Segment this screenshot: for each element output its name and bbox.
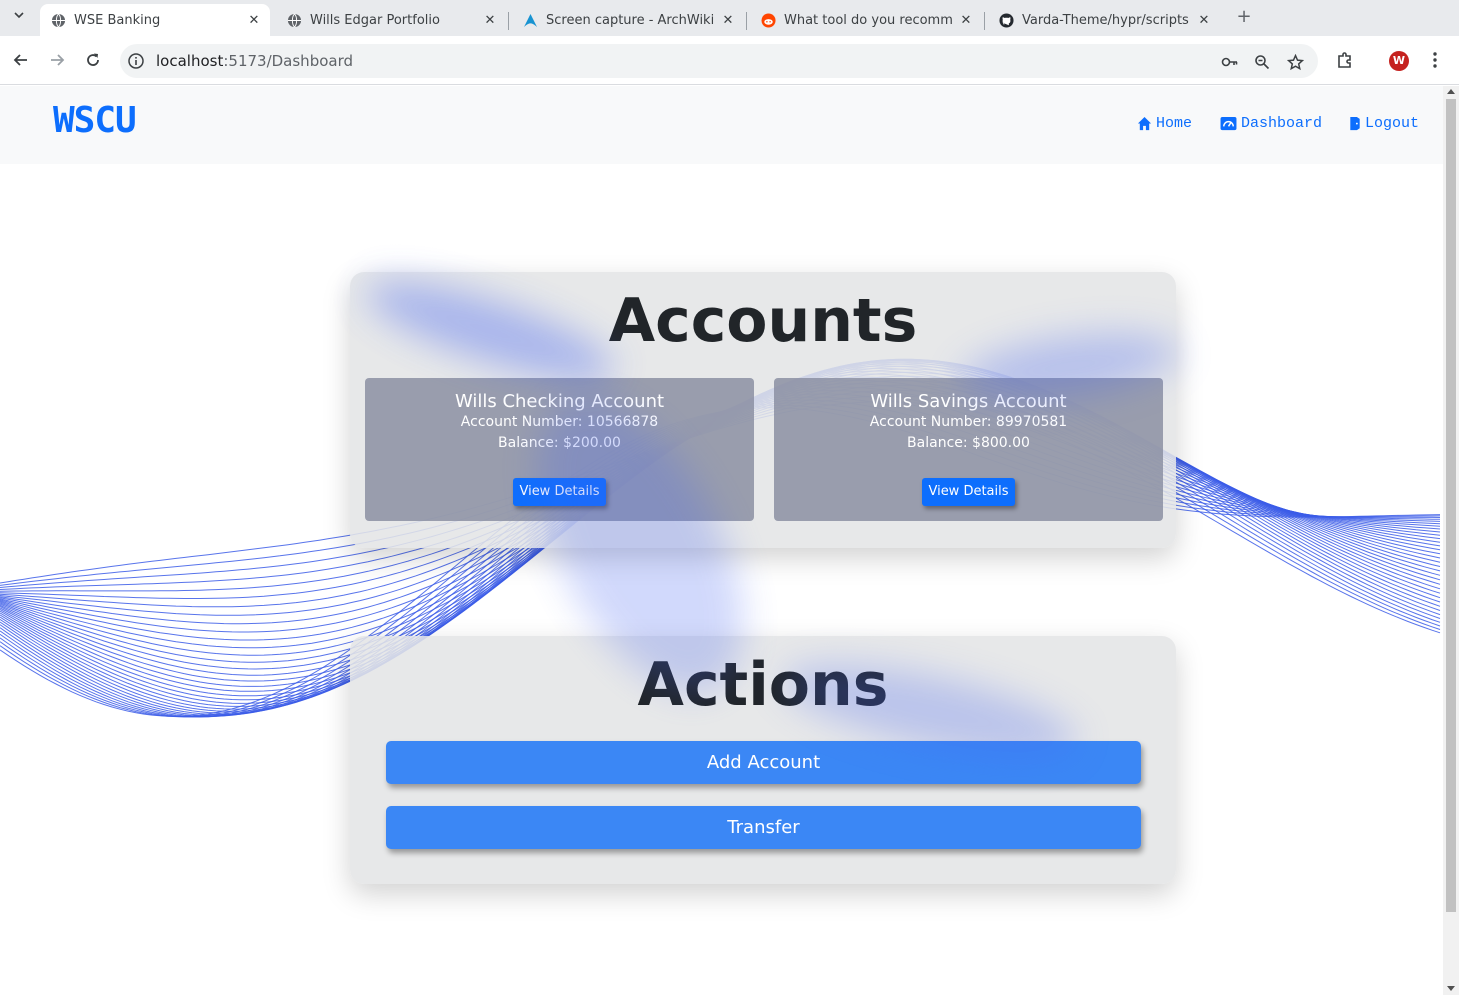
- site-info-icon[interactable]: [128, 53, 144, 69]
- url-host: localhost: [156, 52, 224, 70]
- zoom-icon[interactable]: [1253, 53, 1271, 71]
- tab-strip: WSE Banking ✕ Wills Edgar Portfolio ✕ Sc…: [0, 0, 1459, 36]
- tab-reddit[interactable]: What tool do you recomm ✕: [750, 4, 982, 36]
- dashboard-icon: [1220, 116, 1237, 131]
- nav-dashboard-label: Dashboard: [1241, 115, 1323, 132]
- close-icon[interactable]: ✕: [956, 13, 976, 28]
- tab-github[interactable]: Varda-Theme/hypr/scripts ✕: [988, 4, 1220, 36]
- account-name: Wills Checking Account: [454, 391, 665, 412]
- account-balance: Balance: $800.00: [907, 435, 1030, 451]
- globe-icon: [286, 12, 302, 28]
- transfer-button[interactable]: Transfer: [386, 806, 1141, 849]
- reload-icon[interactable]: [81, 48, 105, 72]
- scroll-thumb[interactable]: [1446, 99, 1456, 912]
- globe-icon: [50, 12, 66, 28]
- extensions-puzzle-icon[interactable]: [1335, 50, 1355, 70]
- url-text: localhost:5173/Dashboard: [156, 52, 353, 70]
- key-icon[interactable]: [1221, 53, 1239, 71]
- close-icon[interactable]: ✕: [718, 13, 738, 28]
- view-details-button[interactable]: View Details: [922, 478, 1015, 506]
- page-scrollbar[interactable]: [1443, 86, 1459, 995]
- tab-separator: [508, 12, 509, 30]
- tab-title: WSE Banking: [74, 12, 161, 28]
- site-navbar: WSCU Home Dashboard Logout: [0, 86, 1443, 164]
- logout-door-icon: [1350, 116, 1360, 131]
- tab-title: What tool do you recomm: [784, 12, 953, 28]
- tab-title: Screen capture - ArchWiki: [546, 12, 715, 28]
- home-icon: [1137, 116, 1152, 131]
- accounts-panel: Accounts Wills Checking Account Account …: [350, 272, 1176, 548]
- add-account-button[interactable]: Add Account: [386, 741, 1141, 784]
- tab-title: Varda-Theme/hypr/scripts: [1022, 12, 1189, 28]
- tab-wse-banking[interactable]: WSE Banking ✕: [40, 4, 270, 36]
- account-card-savings: Wills Savings Account Account Number: 89…: [774, 378, 1163, 521]
- tab-search-chevron-icon[interactable]: [8, 7, 30, 29]
- nav-dashboard[interactable]: Dashboard: [1220, 115, 1322, 132]
- actions-panel: Actions Add Account Transfer: [350, 636, 1176, 884]
- scroll-up-arrow-icon[interactable]: [1447, 89, 1455, 94]
- brand-logo[interactable]: WSCU: [53, 100, 137, 141]
- accounts-title: Accounts: [608, 286, 918, 356]
- account-card-checking: Wills Checking Account Account Number: 1…: [365, 378, 754, 521]
- tab-archwiki[interactable]: Screen capture - ArchWiki ✕: [512, 4, 744, 36]
- back-arrow-icon[interactable]: [9, 48, 33, 72]
- github-icon: [998, 12, 1014, 28]
- new-tab-plus-icon[interactable]: +: [1233, 6, 1255, 28]
- account-number: Account Number: 89970581: [869, 414, 1068, 430]
- account-number: Account Number: 10566878: [460, 414, 659, 430]
- nav-logout-label: Logout: [1365, 115, 1420, 132]
- close-icon[interactable]: ✕: [1194, 13, 1214, 28]
- bookmark-star-icon[interactable]: [1286, 53, 1304, 71]
- scroll-down-arrow-icon[interactable]: [1447, 986, 1455, 991]
- page-viewport: WSCU Home Dashboard Logout Accounts Will…: [0, 86, 1443, 995]
- account-balance: Balance: $200.00: [498, 435, 621, 451]
- profile-avatar[interactable]: W: [1389, 51, 1409, 71]
- kebab-menu-icon[interactable]: [1425, 50, 1445, 70]
- actions-title: Actions: [637, 650, 889, 720]
- nav-home[interactable]: Home: [1137, 115, 1192, 132]
- account-name: Wills Savings Account: [870, 391, 1067, 412]
- archlinux-icon: [522, 12, 538, 28]
- tab-portfolio[interactable]: Wills Edgar Portfolio ✕: [276, 4, 506, 36]
- tab-separator: [746, 12, 747, 30]
- url-path: :5173/Dashboard: [223, 52, 354, 70]
- address-bar[interactable]: localhost:5173/Dashboard: [120, 44, 1318, 78]
- close-icon[interactable]: ✕: [480, 13, 500, 28]
- view-details-button[interactable]: View Details: [513, 478, 606, 506]
- tab-separator: [984, 12, 985, 30]
- close-icon[interactable]: ✕: [244, 13, 264, 28]
- browser-toolbar: localhost:5173/Dashboard W: [0, 36, 1459, 85]
- forward-arrow-icon[interactable]: [45, 48, 69, 72]
- reddit-icon: [760, 12, 776, 28]
- nav-logout[interactable]: Logout: [1349, 115, 1419, 132]
- tab-title: Wills Edgar Portfolio: [310, 12, 440, 28]
- nav-home-label: Home: [1156, 115, 1193, 132]
